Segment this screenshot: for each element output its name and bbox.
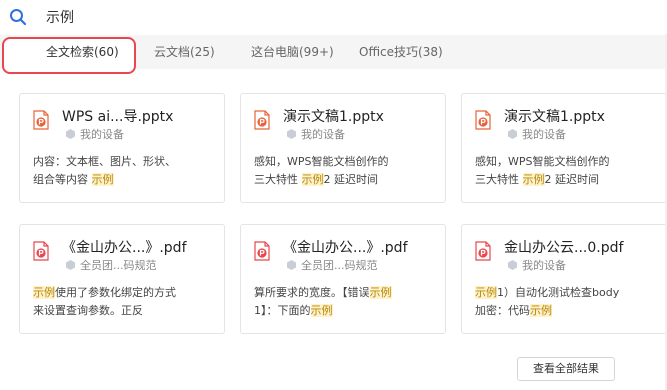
snippet-text: 算所要求的宽度。【错误	[254, 286, 370, 299]
result-location: 全员团...码规范	[66, 257, 157, 273]
pdf-file-icon	[254, 241, 270, 261]
snippet-line: 示例1）自动化测试检查body	[475, 284, 661, 302]
keyword-highlight: 示例	[475, 286, 497, 299]
keyword-highlight: 示例	[369, 286, 392, 299]
result-location: 我的设备	[287, 126, 345, 142]
location-label: 我的设备	[301, 128, 345, 141]
device-icon	[66, 260, 75, 270]
location-label: 全员团...码规范	[301, 259, 378, 272]
result-card[interactable]: 《金山办公...》.pdf 全员团...码规范 算所要求的宽度。【错误示例 1】：下面…	[240, 224, 446, 334]
snippet-text: 三大特性	[254, 173, 302, 186]
result-snippet: 感知，WPS智能文档创作的 三大特性 示例2 延迟时间	[254, 153, 440, 189]
result-location: 我的设备	[508, 126, 566, 142]
tab-cloud-docs[interactable]: 云文档(25)	[154, 35, 215, 69]
pptx-file-icon	[475, 110, 491, 130]
snippet-text: 2 延迟时间	[323, 173, 379, 186]
pdf-file-icon	[475, 241, 491, 261]
result-title[interactable]: 演示文稿1.pptx	[504, 106, 605, 126]
result-card[interactable]: 演示文稿1.pptx 我的设备 感知，WPS智能文档创作的 三大特性 示例2 延迟时间	[240, 93, 446, 203]
snippet-text: 2 延迟时间	[544, 173, 600, 186]
result-title[interactable]: 金山办公云...0.pdf	[504, 237, 623, 257]
snippet-text: 使用了参数化绑定的方式	[55, 286, 176, 299]
snippet-text: 1】：下面的	[254, 304, 311, 317]
device-icon	[66, 129, 75, 139]
keyword-highlight: 示例	[530, 304, 552, 317]
keyword-highlight: 示例	[91, 173, 114, 186]
snippet-line: 示例使用了参数化绑定的方式	[33, 284, 219, 302]
result-snippet: 示例使用了参数化绑定的方式来设置查询参数。正反	[33, 284, 219, 320]
location-label: 我的设备	[522, 259, 566, 272]
snippet-line: 感知，WPS智能文档创作的	[254, 153, 440, 171]
device-icon	[508, 129, 517, 139]
snippet-text: 感知，WPS智能文档创作的	[475, 155, 610, 168]
pptx-file-icon	[254, 110, 270, 130]
result-title[interactable]: 《金山办公...》.pdf	[283, 237, 408, 257]
snippet-text: 感知，WPS智能文档创作的	[254, 155, 389, 168]
search-icon[interactable]	[9, 8, 27, 26]
snippet-text: 来设置查询参数。正反	[33, 304, 143, 317]
snippet-text: 加密：代码	[475, 304, 530, 317]
snippet-text: 三大特性	[475, 173, 523, 186]
result-title[interactable]: WPS ai...导.pptx	[62, 106, 173, 126]
result-snippet: 示例1）自动化测试检查body 加密：代码示例	[475, 284, 661, 320]
keyword-highlight: 示例	[301, 173, 324, 186]
result-snippet: 内容：文本框、图片、形状、 组合等内容 示例	[33, 153, 219, 189]
device-icon	[508, 260, 517, 270]
snippet-text: 组合等内容	[33, 173, 92, 186]
snippet-line: 1】：下面的示例	[254, 302, 440, 320]
device-icon	[287, 260, 296, 270]
search-input[interactable]	[46, 7, 446, 27]
snippet-line: 算所要求的宽度。【错误示例	[254, 284, 440, 302]
location-label: 我的设备	[522, 128, 566, 141]
pdf-file-icon	[33, 241, 49, 261]
snippet-line: 组合等内容 示例	[33, 171, 219, 189]
snippet-line: 三大特性 示例2 延迟时间	[475, 171, 661, 189]
view-all-results-button[interactable]: 查看全部结果	[517, 357, 615, 381]
keyword-highlight: 示例	[33, 286, 55, 299]
keyword-highlight: 示例	[310, 304, 333, 317]
snippet-line: 来设置查询参数。正反	[33, 302, 219, 320]
tab-fulltext-search[interactable]: 全文检索(60)	[46, 35, 119, 69]
result-card[interactable]: 金山办公云...0.pdf 我的设备 示例1）自动化测试检查body 加密：代码示例	[461, 224, 667, 334]
tab-office-tips[interactable]: Office技巧(38)	[359, 35, 443, 69]
result-title[interactable]: 《金山办公...》.pdf	[62, 237, 187, 257]
snippet-line: 感知，WPS智能文档创作的	[475, 153, 661, 171]
result-card[interactable]: WPS ai...导.pptx 我的设备 内容：文本框、图片、形状、 组合等内容 示例	[19, 93, 225, 203]
location-label: 我的设备	[80, 128, 124, 141]
device-icon	[287, 129, 296, 139]
result-location: 我的设备	[66, 126, 124, 142]
result-card[interactable]: 演示文稿1.pptx 我的设备 感知，WPS智能文档创作的 三大特性 示例2 延迟时间	[461, 93, 667, 203]
pptx-file-icon	[33, 110, 49, 130]
result-snippet: 感知，WPS智能文档创作的 三大特性 示例2 延迟时间	[475, 153, 661, 189]
result-card[interactable]: 《金山办公...》.pdf 全员团...码规范示例使用了参数化绑定的方式来设置查询…	[19, 224, 225, 334]
snippet-line: 加密：代码示例	[475, 302, 661, 320]
snippet-text: 1）自动化测试检查body	[497, 286, 620, 299]
keyword-highlight: 示例	[522, 173, 545, 186]
result-location: 我的设备	[508, 257, 566, 273]
snippet-line: 三大特性 示例2 延迟时间	[254, 171, 440, 189]
result-title[interactable]: 演示文稿1.pptx	[283, 106, 384, 126]
search-bar	[0, 0, 667, 34]
result-snippet: 算所要求的宽度。【错误示例 1】：下面的示例	[254, 284, 440, 320]
tab-this-computer[interactable]: 这台电脑(99+)	[251, 35, 334, 69]
location-label: 全员团...码规范	[80, 259, 157, 272]
snippet-line: 内容：文本框、图片、形状、	[33, 153, 219, 171]
result-location: 全员团...码规范	[287, 257, 378, 273]
snippet-text: 内容：文本框、图片、形状、	[33, 155, 176, 168]
